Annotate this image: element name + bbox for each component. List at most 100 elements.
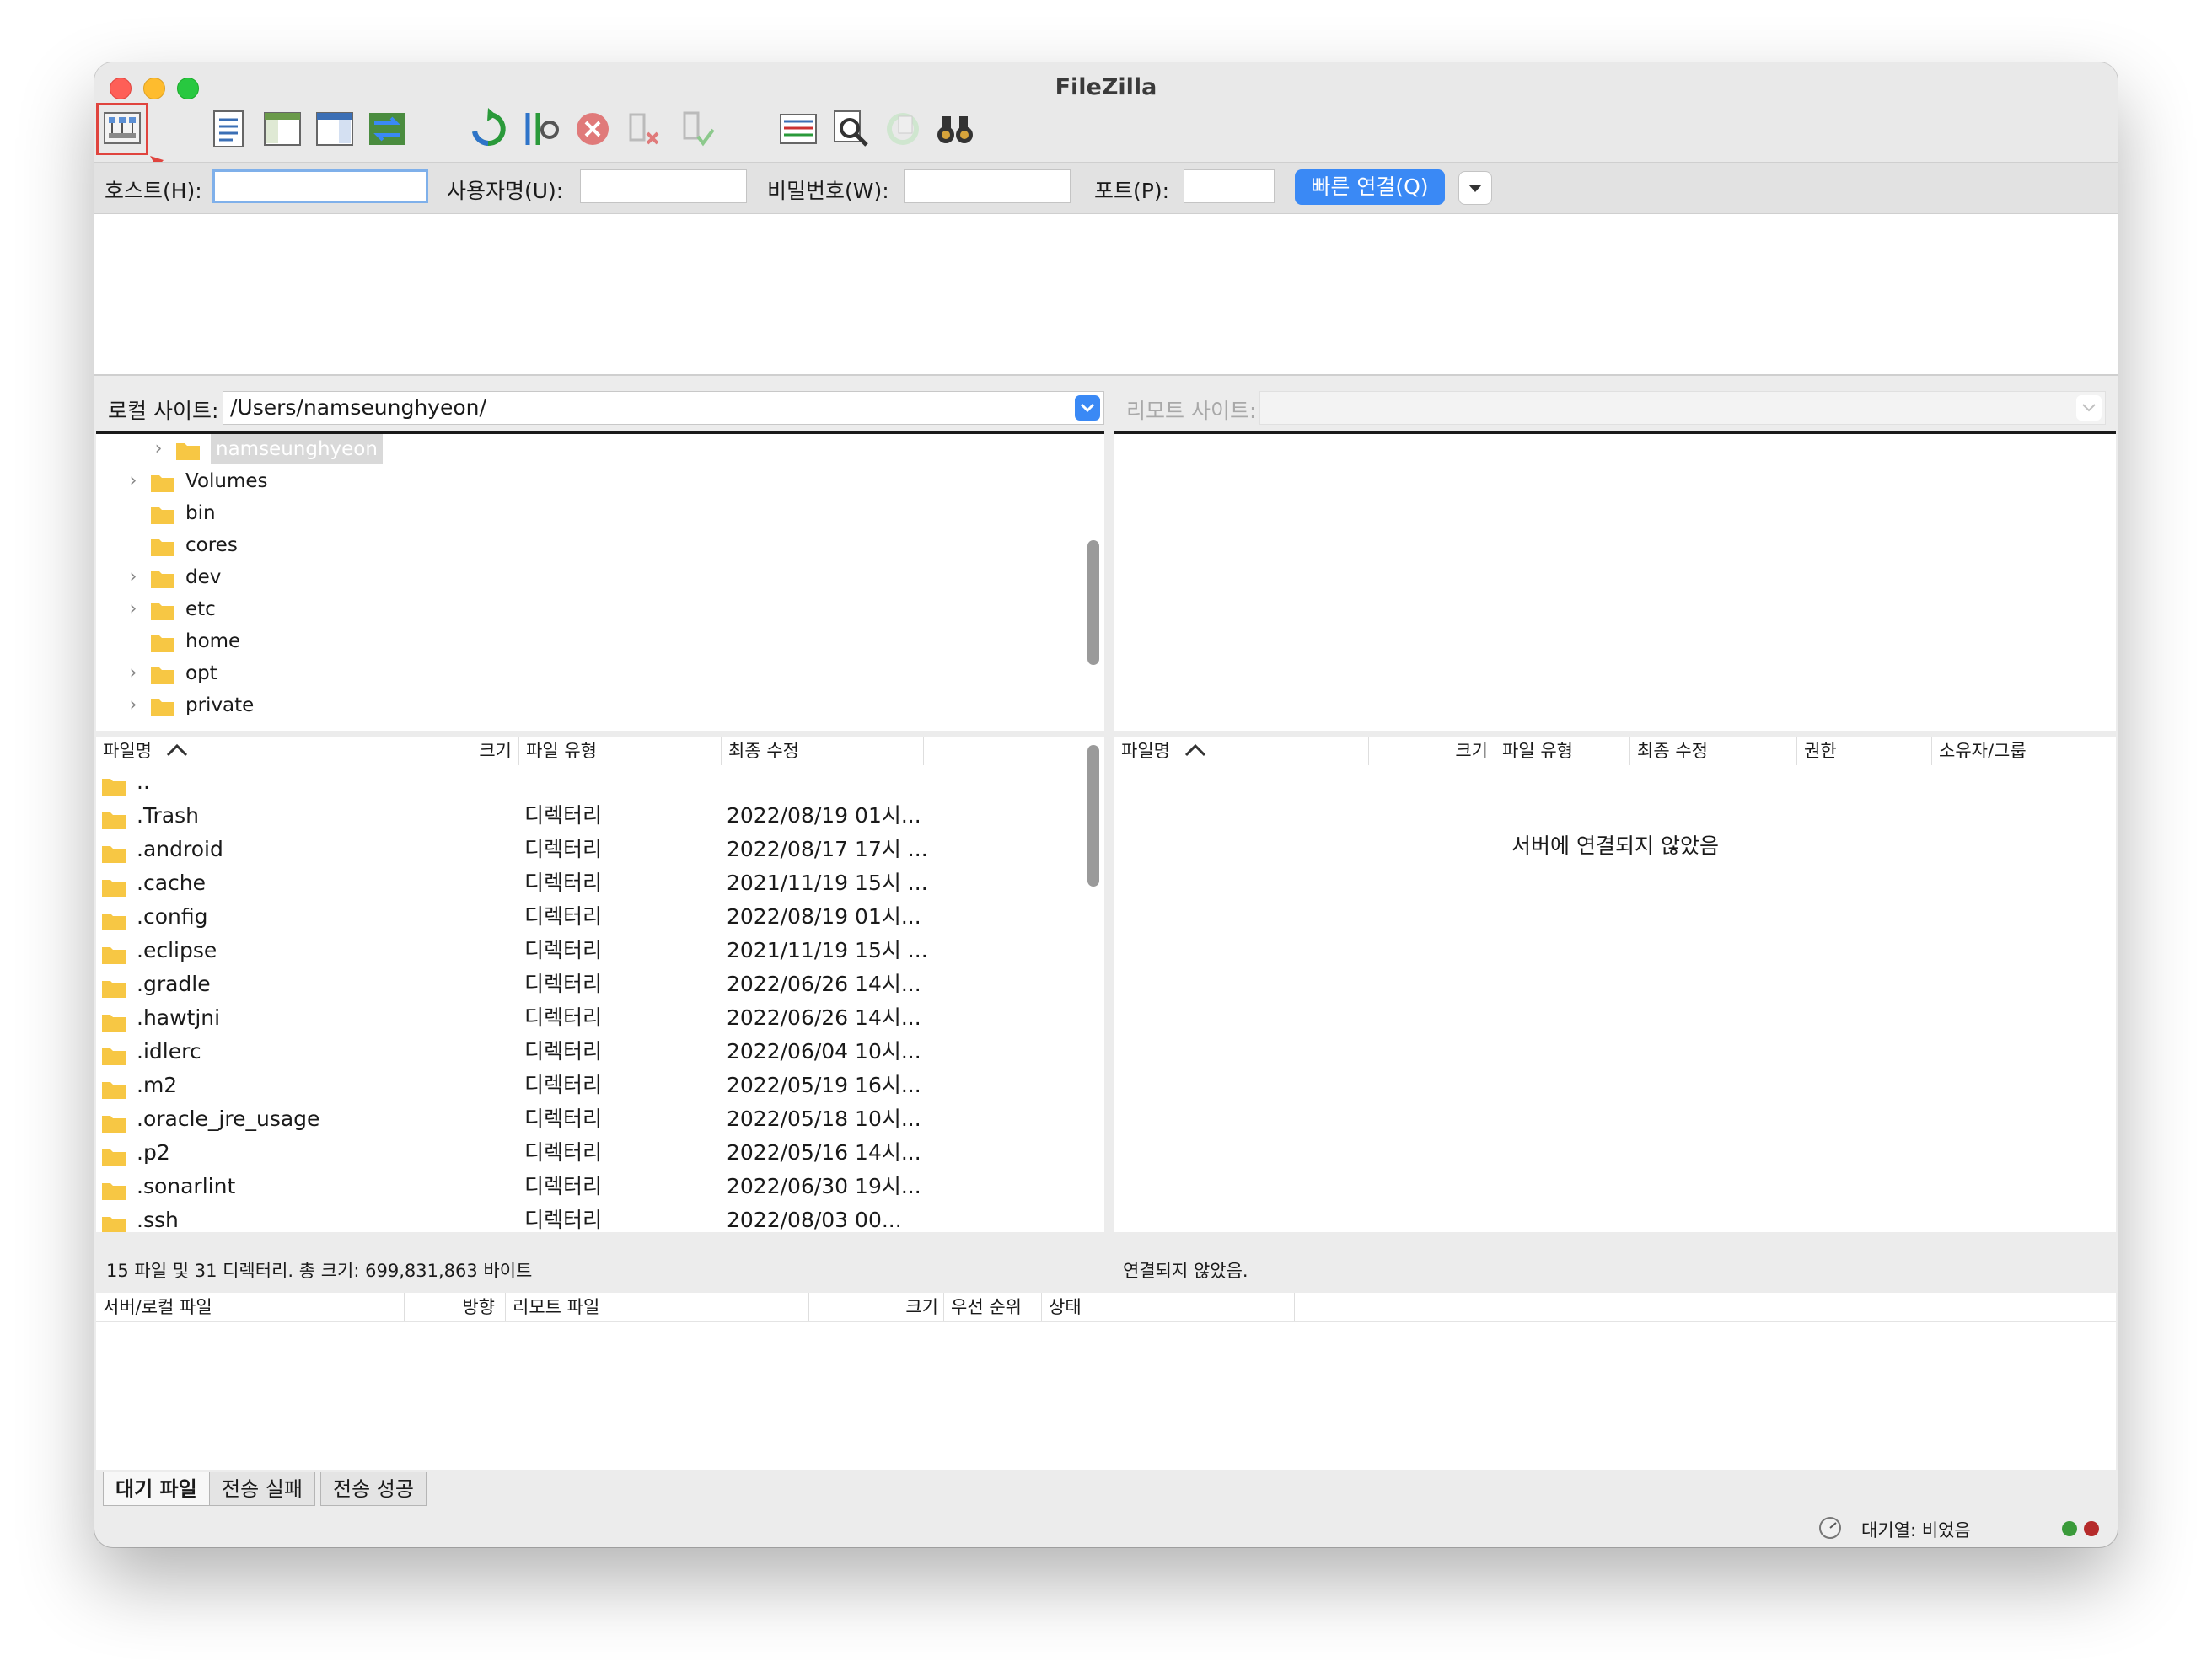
file-modified: 2022/05/16 14시... [727, 1140, 921, 1165]
username-input[interactable] [580, 169, 747, 203]
toggle-message-log-button[interactable] [206, 106, 251, 152]
local-path-value: /Users/namseunghyeon/ [230, 395, 486, 420]
column-filename[interactable]: 파일명 [96, 737, 384, 765]
tree-item[interactable]: › namseunghyeon [148, 434, 383, 464]
file-type: 디렉터리 [524, 803, 603, 828]
file-row[interactable]: .oracle_jre_usage 디렉터리 2022/05/18 10시... [96, 1102, 1087, 1136]
file-name: .p2 [137, 1140, 170, 1165]
folder-icon [102, 812, 126, 829]
sync-browsing-icon [887, 113, 919, 145]
local-file-scrollbar[interactable] [1087, 745, 1099, 887]
tree-item[interactable]: bin [123, 498, 216, 528]
tab-failed-transfers[interactable]: 전송 실패 [209, 1472, 315, 1506]
local-directory-tree[interactable]: › namseunghyeon › Volumes bin cores › dev › etc ho… [96, 431, 1104, 731]
folder-icon [102, 1217, 126, 1232]
local-file-list[interactable]: 파일명 크기 파일 유형 최종 수정 .. .Trash 디렉터리 2022/08/1… [96, 737, 1104, 1232]
toggle-transfer-queue-button[interactable] [364, 106, 410, 152]
local-path-combo[interactable]: /Users/namseunghyeon/ [223, 391, 1104, 425]
file-modified: 2021/11/19 15시 ... [727, 938, 928, 962]
column-permissions[interactable]: 권한 [1797, 737, 1932, 765]
local-tree-scrollbar[interactable] [1087, 540, 1099, 665]
directory-filter-button[interactable] [776, 106, 821, 152]
column-remote-file[interactable]: 리모트 파일 [506, 1293, 809, 1321]
file-type: 디렉터리 [524, 938, 603, 962]
tree-item[interactable]: › dev [123, 562, 221, 592]
sync-browsing-button[interactable] [880, 106, 926, 152]
file-row[interactable]: .idlerc 디렉터리 2022/06/04 10시... [96, 1035, 1087, 1069]
port-input[interactable] [1184, 169, 1275, 203]
folder-icon [102, 779, 126, 796]
file-row[interactable]: .p2 디렉터리 2022/05/16 14시... [96, 1136, 1087, 1170]
message-log[interactable] [94, 214, 2118, 376]
tree-item[interactable]: › private [123, 690, 254, 721]
remote-path-combo[interactable] [1259, 391, 2106, 425]
tab-successful-transfers[interactable]: 전송 성공 [320, 1472, 427, 1506]
column-size[interactable]: 크기 [384, 737, 519, 765]
file-name: .sonarlint [137, 1174, 236, 1198]
remote-directory-tree[interactable] [1114, 431, 2116, 731]
column-owner-group[interactable]: 소유자/그룹 [1932, 737, 2075, 765]
tree-item[interactable]: › opt [123, 658, 217, 689]
quickconnect-history-dropdown[interactable] [1458, 171, 1492, 205]
file-row[interactable]: .config 디렉터리 2022/08/19 01시... [96, 900, 1087, 934]
file-row[interactable]: .sonarlint 디렉터리 2022/06/30 19시... [96, 1170, 1087, 1203]
tree-item[interactable]: home [123, 626, 240, 656]
password-input[interactable] [904, 169, 1071, 203]
search-files-button[interactable] [932, 106, 978, 152]
tree-item[interactable]: cores [123, 530, 238, 560]
file-row[interactable]: .android 디렉터리 2022/08/17 17시 ... [96, 833, 1087, 866]
file-row[interactable]: .m2 디렉터리 2022/05/19 16시... [96, 1069, 1087, 1102]
remote-path-dropdown[interactable] [2076, 395, 2102, 421]
column-direction[interactable]: 방향 [405, 1293, 506, 1321]
chevron-right-icon[interactable]: › [123, 658, 143, 689]
folder-icon [151, 667, 174, 684]
file-row[interactable]: .eclipse 디렉터리 2021/11/19 15시 ... [96, 934, 1087, 967]
column-priority[interactable]: 우선 순위 [944, 1293, 1042, 1321]
remote-file-list[interactable]: 파일명 크기 파일 유형 최종 수정 권한 소유자/그룹 서버에 연결되지 않았… [1114, 737, 2116, 1232]
chevron-right-icon[interactable]: › [148, 434, 169, 464]
column-filename[interactable]: 파일명 [1114, 737, 1369, 765]
toggle-local-tree-button[interactable] [260, 106, 305, 152]
column-size[interactable]: 크기 [809, 1293, 944, 1321]
column-modified[interactable]: 최종 수정 [1630, 737, 1797, 765]
local-path-dropdown[interactable] [1075, 395, 1100, 421]
disconnect-button[interactable] [622, 106, 668, 152]
folder-icon [102, 1183, 126, 1200]
file-row[interactable]: .cache 디렉터리 2021/11/19 15시 ... [96, 866, 1087, 900]
refresh-button[interactable] [465, 106, 511, 152]
file-name: .oracle_jre_usage [137, 1107, 320, 1131]
local-site-bar: 로컬 사이트: /Users/namseunghyeon/ [94, 386, 1109, 428]
column-server-local-file[interactable]: 서버/로컬 파일 [96, 1293, 405, 1321]
speed-limit-icon[interactable] [1817, 1515, 1843, 1541]
chevron-right-icon[interactable]: › [123, 562, 143, 592]
cancel-operation-button[interactable] [570, 106, 615, 152]
file-row[interactable]: .hawtjni 디렉터리 2022/06/26 14시... [96, 1001, 1087, 1035]
folder-icon [151, 539, 174, 556]
file-type: 디렉터리 [524, 1174, 603, 1198]
transfer-queue[interactable]: 서버/로컬 파일 방향 리모트 파일 크기 우선 순위 상태 [96, 1293, 2116, 1470]
file-row[interactable]: .. [96, 765, 1087, 799]
column-type[interactable]: 파일 유형 [1495, 737, 1630, 765]
chevron-right-icon[interactable]: › [123, 594, 143, 624]
chevron-right-icon[interactable]: › [123, 690, 143, 721]
disconnect-icon [629, 113, 659, 145]
column-modified[interactable]: 최종 수정 [722, 737, 924, 765]
file-row[interactable]: .gradle 디렉터리 2022/06/26 14시... [96, 967, 1087, 1001]
folder-icon [102, 914, 126, 930]
quickconnect-button[interactable]: 빠른 연결(Q) [1295, 169, 1445, 205]
compare-directories-button[interactable] [828, 106, 873, 152]
file-row[interactable]: .Trash 디렉터리 2022/08/19 01시... [96, 799, 1087, 833]
tab-queued-files[interactable]: 대기 파일 [103, 1472, 210, 1506]
file-row[interactable]: .ssh 디렉터리 2022/08/03 00... [96, 1203, 1087, 1232]
column-size[interactable]: 크기 [1369, 737, 1495, 765]
column-status[interactable]: 상태 [1042, 1293, 1295, 1321]
chevron-right-icon[interactable]: › [123, 466, 143, 496]
host-input[interactable] [212, 169, 428, 203]
tree-item[interactable]: › etc [123, 594, 216, 624]
column-type[interactable]: 파일 유형 [519, 737, 722, 765]
reconnect-icon [683, 111, 715, 147]
process-queue-button[interactable] [518, 106, 563, 152]
tree-item[interactable]: › Volumes [123, 466, 268, 496]
reconnect-button[interactable] [674, 106, 720, 152]
toggle-remote-tree-button[interactable] [312, 106, 357, 152]
